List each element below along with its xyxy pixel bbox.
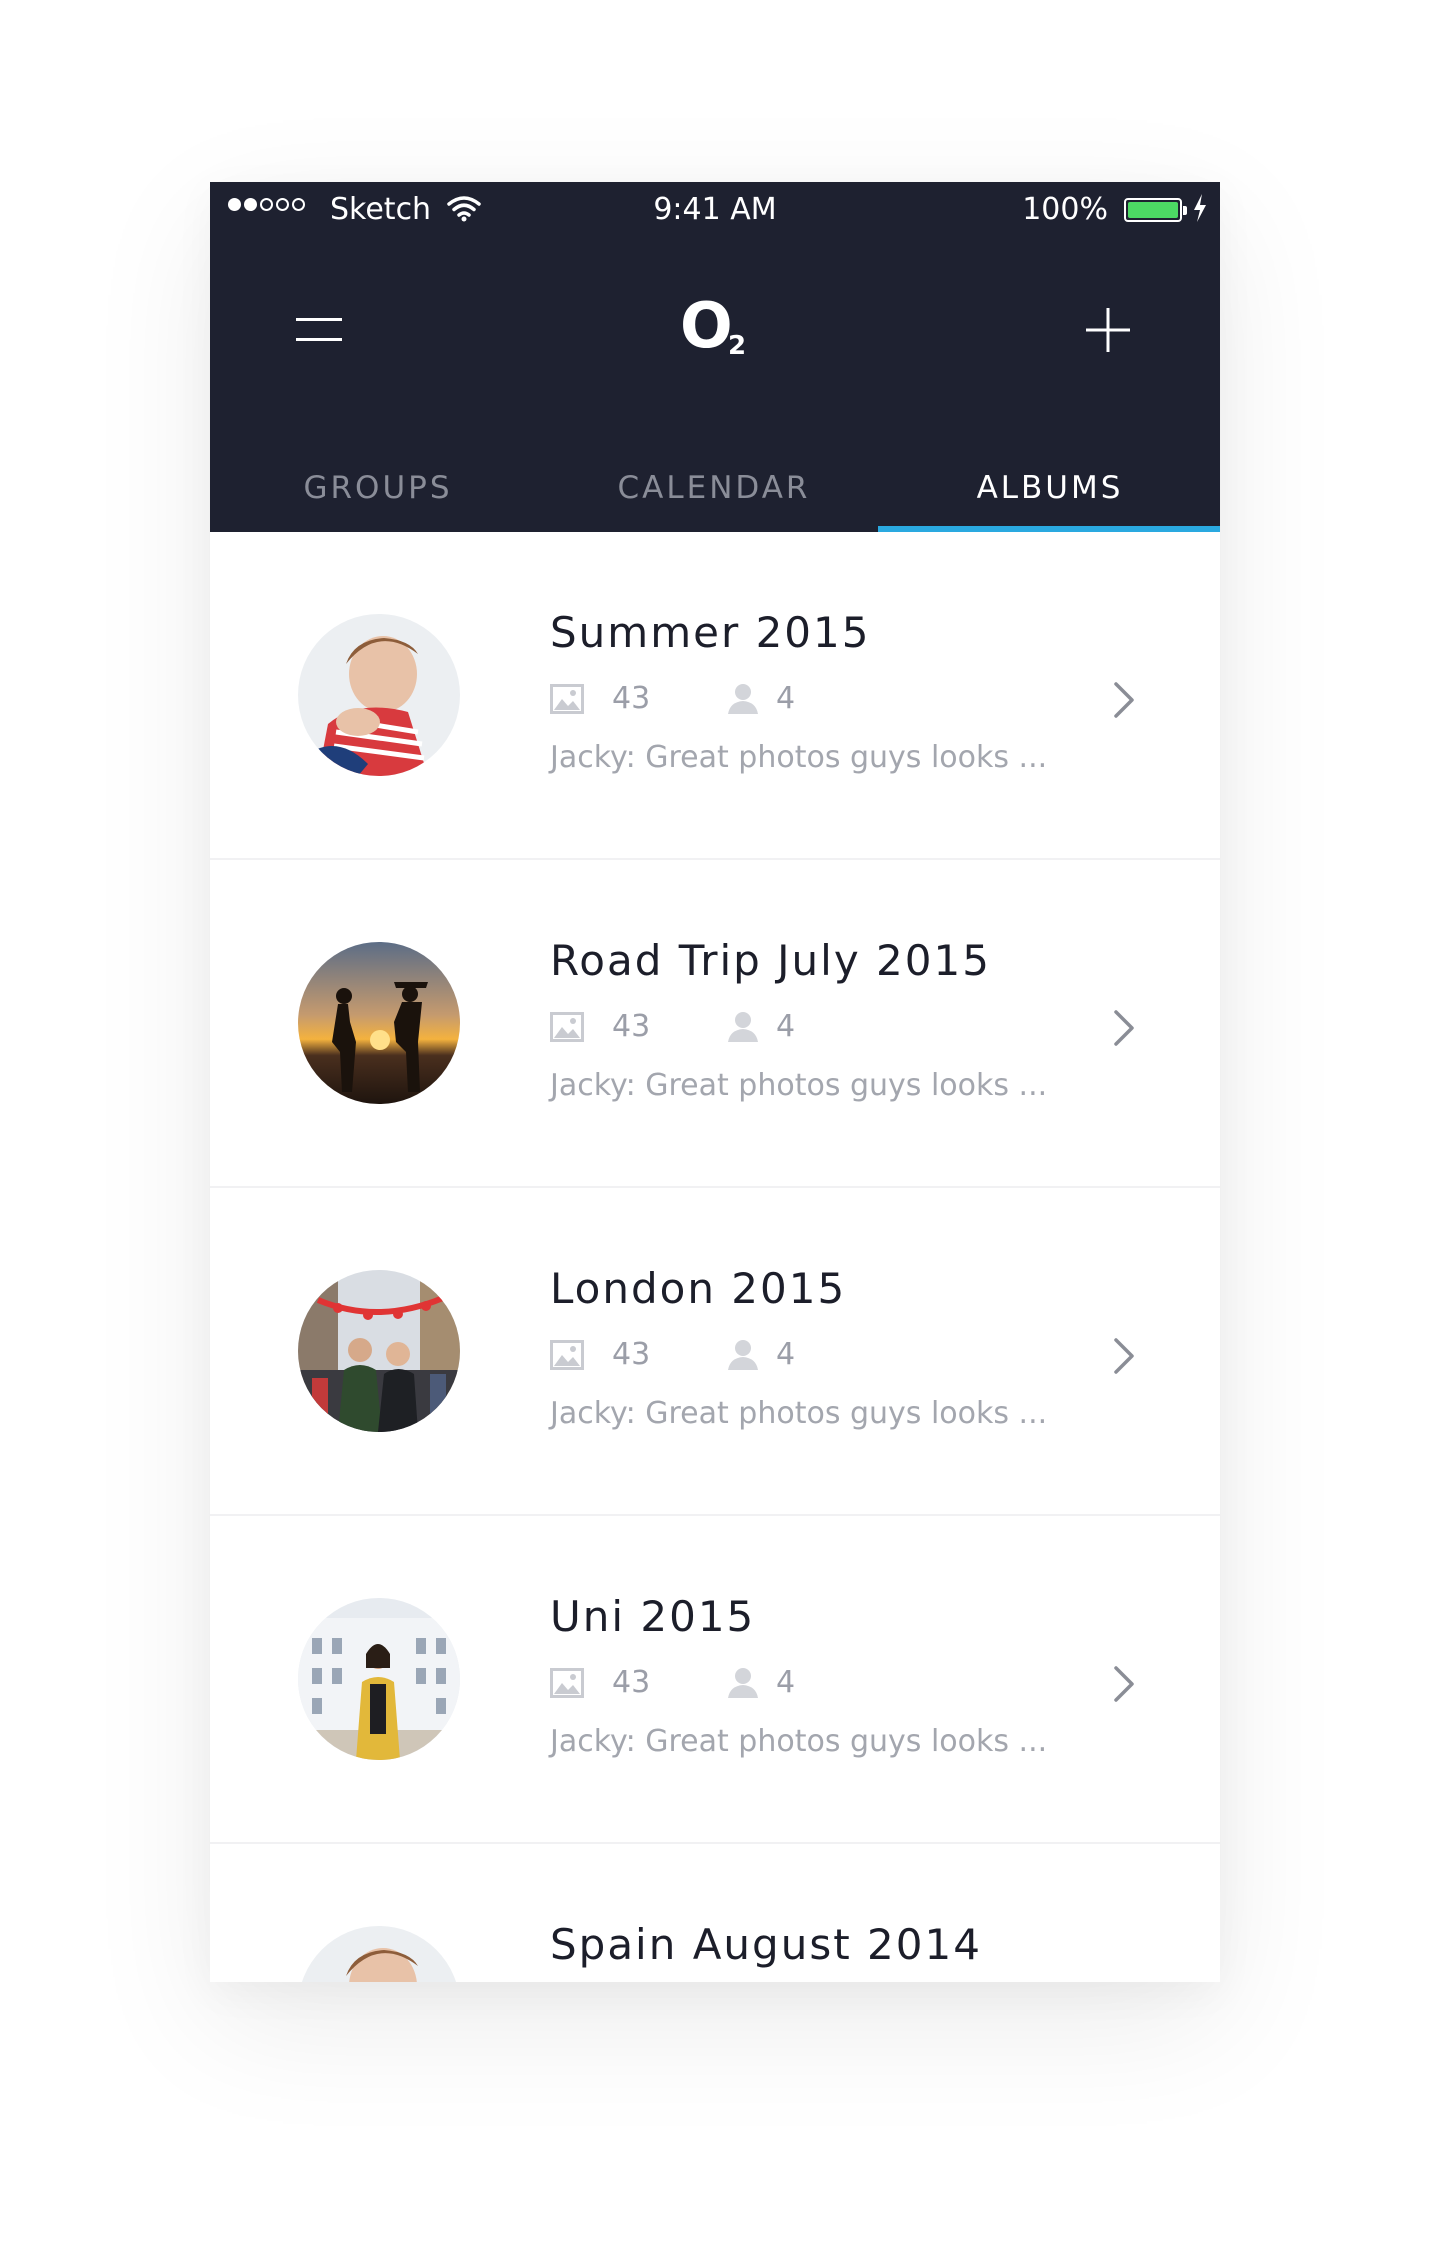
o2-logo: O 2 [680,290,770,370]
photo-count: 43 [612,1337,651,1372]
tab-calendar[interactable]: CALENDAR [546,442,882,532]
menu-button[interactable] [290,304,348,354]
member-count: 4 [776,681,796,716]
charging-bolt-icon [1194,194,1206,222]
photo-icon [550,1012,584,1042]
album-thumbnail [298,942,460,1104]
photo-count: 43 [612,1009,651,1044]
album-meta: 43 4 [550,1664,950,1704]
battery-icon [1124,198,1187,222]
album-meta: 43 4 [550,680,950,720]
latest-comment: Jacky: Great photos guys looks ... [550,1068,1048,1103]
chevron-right-icon [1114,1010,1134,1046]
album-title: London 2015 [550,1264,847,1313]
member-count: 4 [776,1009,796,1044]
member-count: 4 [776,1665,796,1700]
latest-comment: Jacky: Great photos guys looks ... [550,740,1048,775]
latest-comment: Jacky: Great photos guys looks ... [550,1724,1048,1759]
album-thumbnail [298,1926,460,1982]
add-album-button[interactable] [1080,302,1136,358]
album-title: Spain August 2014 [550,1920,982,1969]
album-title: Uni 2015 [550,1592,756,1641]
chevron-right-icon [1114,1338,1134,1374]
photo-icon [550,684,584,714]
person-icon [728,1012,758,1042]
photo-count: 43 [612,1665,651,1700]
battery-percentage: 100% [1022,192,1108,227]
album-row-london-2015[interactable]: London 2015 43 4 Jacky: Great photos guy… [210,1188,1220,1516]
photo-count: 43 [612,681,651,716]
photo-icon [550,1340,584,1370]
tab-bar: GROUPS CALENDAR ALBUMS [210,442,1220,532]
chevron-right-icon [1114,1666,1134,1702]
hamburger-menu-icon [296,318,342,321]
album-title: Road Trip July 2015 [550,936,991,985]
logo-letter: O [680,289,733,362]
tab-albums[interactable]: ALBUMS [882,442,1218,532]
photo-icon [550,1668,584,1698]
person-icon [728,684,758,714]
status-bar: Sketch 9:41 AM 100% [210,182,1220,242]
logo-subscript: 2 [728,331,747,361]
album-row-road-trip-july-2015[interactable]: Road Trip July 2015 43 4 Jacky: Great ph… [210,860,1220,1188]
tab-groups[interactable]: GROUPS [210,442,546,532]
album-meta: 43 4 [550,1008,950,1048]
album-list: Summer 2015 43 4 Jacky: Great photos guy… [210,532,1220,1982]
person-icon [728,1340,758,1370]
album-title: Summer 2015 [550,608,871,657]
album-thumbnail [298,1270,460,1432]
plus-icon [1086,308,1130,352]
phone-screen: Sketch 9:41 AM 100% O 2 GROUPS CALENDAR … [210,182,1220,1982]
album-row-spain-august-2014[interactable]: Spain August 2014 [210,1844,1220,1982]
album-meta: 43 4 [550,1336,950,1376]
album-row-uni-2015[interactable]: Uni 2015 43 4 Jacky: Great photos guys l… [210,1516,1220,1844]
member-count: 4 [776,1337,796,1372]
album-row-summer-2015[interactable]: Summer 2015 43 4 Jacky: Great photos guy… [210,532,1220,860]
latest-comment: Jacky: Great photos guys looks ... [550,1396,1048,1431]
album-thumbnail [298,614,460,776]
app-header: Sketch 9:41 AM 100% O 2 GROUPS CALENDAR … [210,182,1220,532]
canvas: Sketch 9:41 AM 100% O 2 GROUPS CALENDAR … [0,0,1450,2250]
album-thumbnail [298,1598,460,1760]
chevron-right-icon [1114,682,1134,718]
person-icon [728,1668,758,1698]
